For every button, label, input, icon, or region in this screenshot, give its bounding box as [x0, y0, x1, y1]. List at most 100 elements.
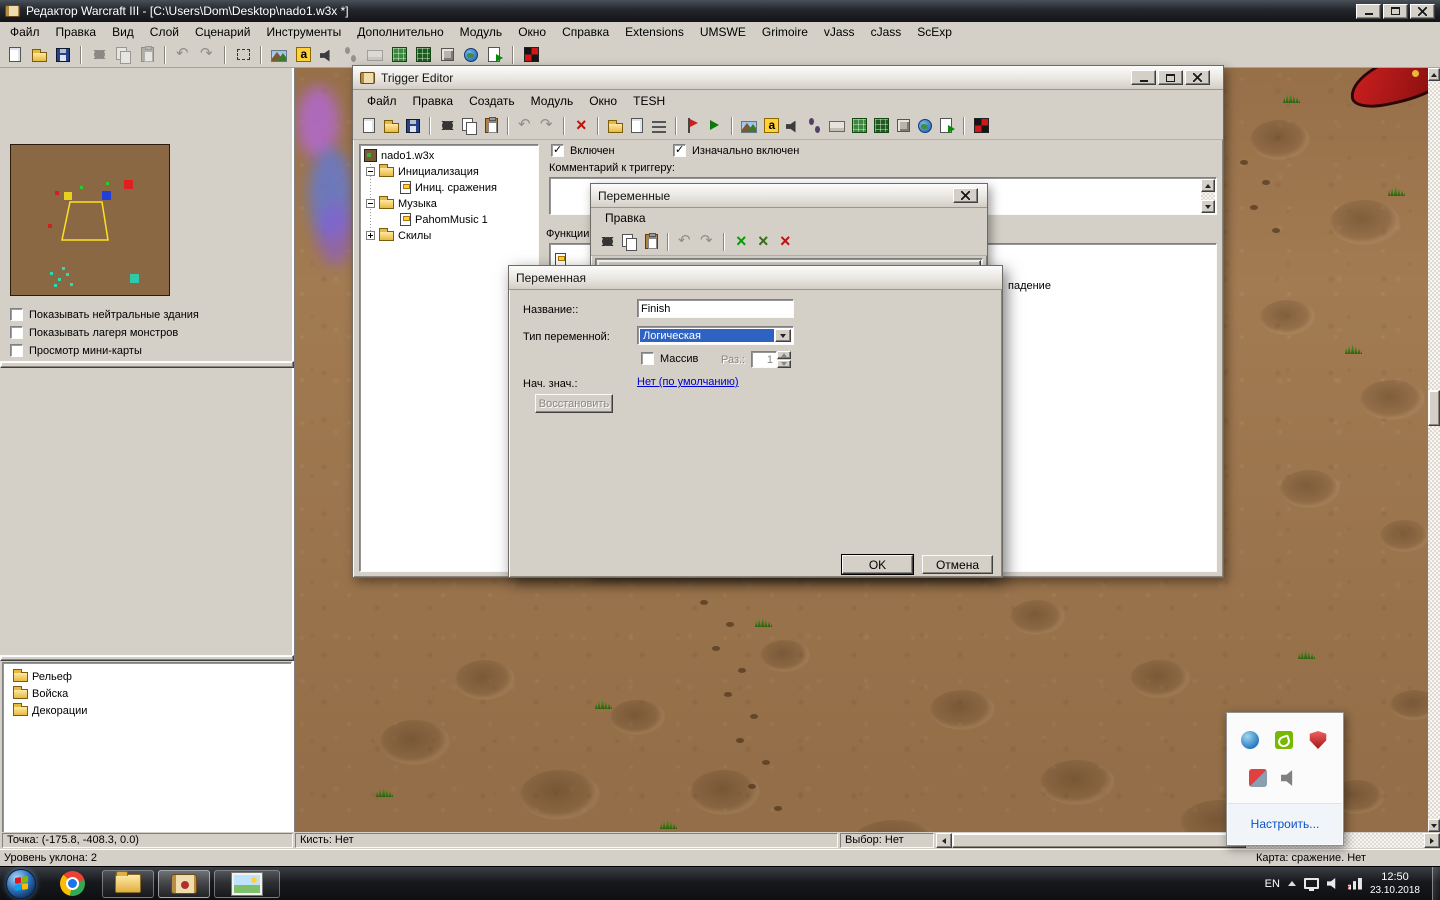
menu-window[interactable]: Окно [581, 92, 625, 110]
collapse-expander-icon[interactable] [366, 199, 375, 208]
grid-icon[interactable] [849, 115, 869, 137]
menu-file[interactable]: Файл [2, 23, 48, 41]
tree-category-music[interactable]: Музыка [366, 195, 437, 211]
sound-editor-icon[interactable] [316, 44, 338, 66]
sidebar-splitter[interactable] [0, 361, 294, 368]
copy-icon[interactable] [112, 44, 134, 66]
checkbox-initially-on[interactable]: Изначально включен [673, 143, 799, 157]
redo-icon[interactable] [697, 231, 717, 253]
palette-item-doodads[interactable]: Декорации [13, 702, 87, 718]
scroll-thumb[interactable] [1428, 390, 1440, 426]
menu-file[interactable]: Файл [359, 92, 405, 110]
menu-module[interactable]: Модуль [523, 92, 582, 110]
restore-button[interactable]: Восстановить [535, 394, 613, 413]
menu-vjass[interactable]: vJass [816, 23, 863, 41]
menu-window[interactable]: Окно [510, 23, 554, 41]
grid-icon[interactable] [388, 44, 410, 66]
paste-icon[interactable] [641, 231, 661, 253]
array-size-stepper[interactable] [777, 351, 791, 368]
minimap[interactable] [10, 144, 170, 296]
checkbox-show-creep-camps[interactable]: Показывать лагеря монстров [10, 326, 178, 339]
close-button[interactable] [1185, 70, 1210, 85]
checkbox-array[interactable]: Массив [641, 352, 698, 365]
volume-tray-icon[interactable] [1326, 877, 1336, 890]
menu-edit[interactable]: Правка [48, 23, 105, 41]
expand-expander-icon[interactable] [366, 231, 375, 240]
main-titlebar[interactable]: Редактор Warcraft III - [C:\Users\Dom\De… [0, 0, 1440, 22]
select-region-icon[interactable] [232, 44, 254, 66]
cancel-button[interactable]: Отмена [922, 555, 993, 574]
tree-category-initialization[interactable]: Инициализация [366, 163, 479, 179]
array-size-input[interactable]: 1 [751, 351, 777, 368]
scroll-left-button[interactable] [936, 833, 952, 848]
shortcuts-icon[interactable] [364, 44, 386, 66]
object-editor-icon[interactable] [893, 115, 913, 137]
palette-item-terrain[interactable]: Рельеф [13, 668, 72, 684]
customize-tray-link[interactable]: Настроить... [1251, 817, 1320, 831]
cut-icon[interactable] [88, 44, 110, 66]
close-button[interactable] [953, 188, 978, 203]
initial-value-link[interactable]: Нет (по умолчанию) [637, 376, 739, 388]
open-map-icon[interactable] [28, 44, 50, 66]
comment-scrollbar[interactable] [1201, 179, 1215, 213]
text-labels-icon[interactable] [761, 115, 781, 137]
enable-trigger-icon[interactable] [705, 115, 725, 137]
stepper-down-button[interactable] [777, 360, 791, 368]
scroll-thumb[interactable] [952, 833, 1246, 848]
save-map-icon[interactable] [52, 44, 74, 66]
object-editor-icon[interactable] [436, 44, 458, 66]
tree-category-skills[interactable]: Скилы [366, 227, 431, 243]
chevron-down-icon[interactable] [775, 329, 791, 342]
menu-edit[interactable]: Правка [597, 209, 654, 227]
text-labels-icon[interactable] [292, 44, 314, 66]
volume-mixer-icon[interactable] [1281, 770, 1293, 786]
media-app-icon[interactable] [1249, 769, 1267, 787]
scroll-down-button[interactable] [1201, 200, 1215, 213]
blue-app-icon[interactable] [1241, 731, 1259, 749]
menu-scenario[interactable]: Сценарий [187, 23, 258, 41]
new-variable-icon[interactable] [731, 231, 751, 253]
new-icon[interactable] [359, 115, 379, 137]
checkbox-minimap-preview[interactable]: Просмотр мини-карты [10, 344, 142, 357]
display-tray-icon[interactable] [1303, 878, 1319, 891]
collapse-expander-icon[interactable] [366, 167, 375, 176]
creeps-icon[interactable] [805, 115, 825, 137]
redo-icon[interactable] [537, 115, 557, 137]
script-page-icon[interactable] [484, 44, 506, 66]
new-trigger-icon[interactable] [627, 115, 647, 137]
delete-icon[interactable] [571, 115, 591, 137]
taskbar-clock[interactable]: 12:50 23.10.2018 [1370, 871, 1420, 897]
tree-root-map[interactable]: nado1.w3x [364, 148, 434, 163]
taskbar-explorer-button[interactable] [102, 869, 154, 898]
close-button[interactable] [1410, 3, 1435, 19]
variables-titlebar[interactable]: Переменные [591, 184, 987, 208]
export-script-icon[interactable] [937, 115, 957, 137]
tree-trigger-pahommusic[interactable]: PahomMusic 1 [400, 212, 488, 227]
minimize-button[interactable] [1356, 3, 1381, 19]
scroll-down-button[interactable] [1428, 819, 1440, 832]
menu-layer[interactable]: Слой [142, 23, 187, 41]
cut-icon[interactable] [597, 231, 617, 253]
new-comment-icon[interactable] [649, 115, 669, 137]
map-horizontal-scrollbar[interactable] [936, 833, 1440, 848]
maximize-button[interactable] [1383, 3, 1408, 19]
ok-button[interactable]: OK [842, 555, 913, 574]
grid-dark-icon[interactable] [412, 44, 434, 66]
new-map-icon[interactable] [4, 44, 26, 66]
paste-icon[interactable] [481, 115, 501, 137]
menu-help[interactable]: Справка [554, 23, 617, 41]
variable-dialog-titlebar[interactable]: Переменная [509, 266, 1002, 290]
sound-editor-icon[interactable] [783, 115, 803, 137]
menu-umswe[interactable]: UMSWE [692, 23, 754, 41]
scroll-up-button[interactable] [1201, 179, 1215, 192]
hidden-icons-chevron[interactable] [1287, 881, 1296, 886]
menu-tesh[interactable]: TESH [625, 92, 673, 110]
menu-scexp[interactable]: ScExp [909, 23, 960, 41]
taskbar-warcraft-editor-button[interactable] [158, 869, 210, 898]
terrain-editor-icon[interactable] [268, 44, 290, 66]
delete-variable-icon[interactable] [775, 231, 795, 253]
world-icon[interactable] [915, 115, 935, 137]
open-icon[interactable] [381, 115, 401, 137]
copy-icon[interactable] [619, 231, 639, 253]
cut-icon[interactable] [437, 115, 457, 137]
